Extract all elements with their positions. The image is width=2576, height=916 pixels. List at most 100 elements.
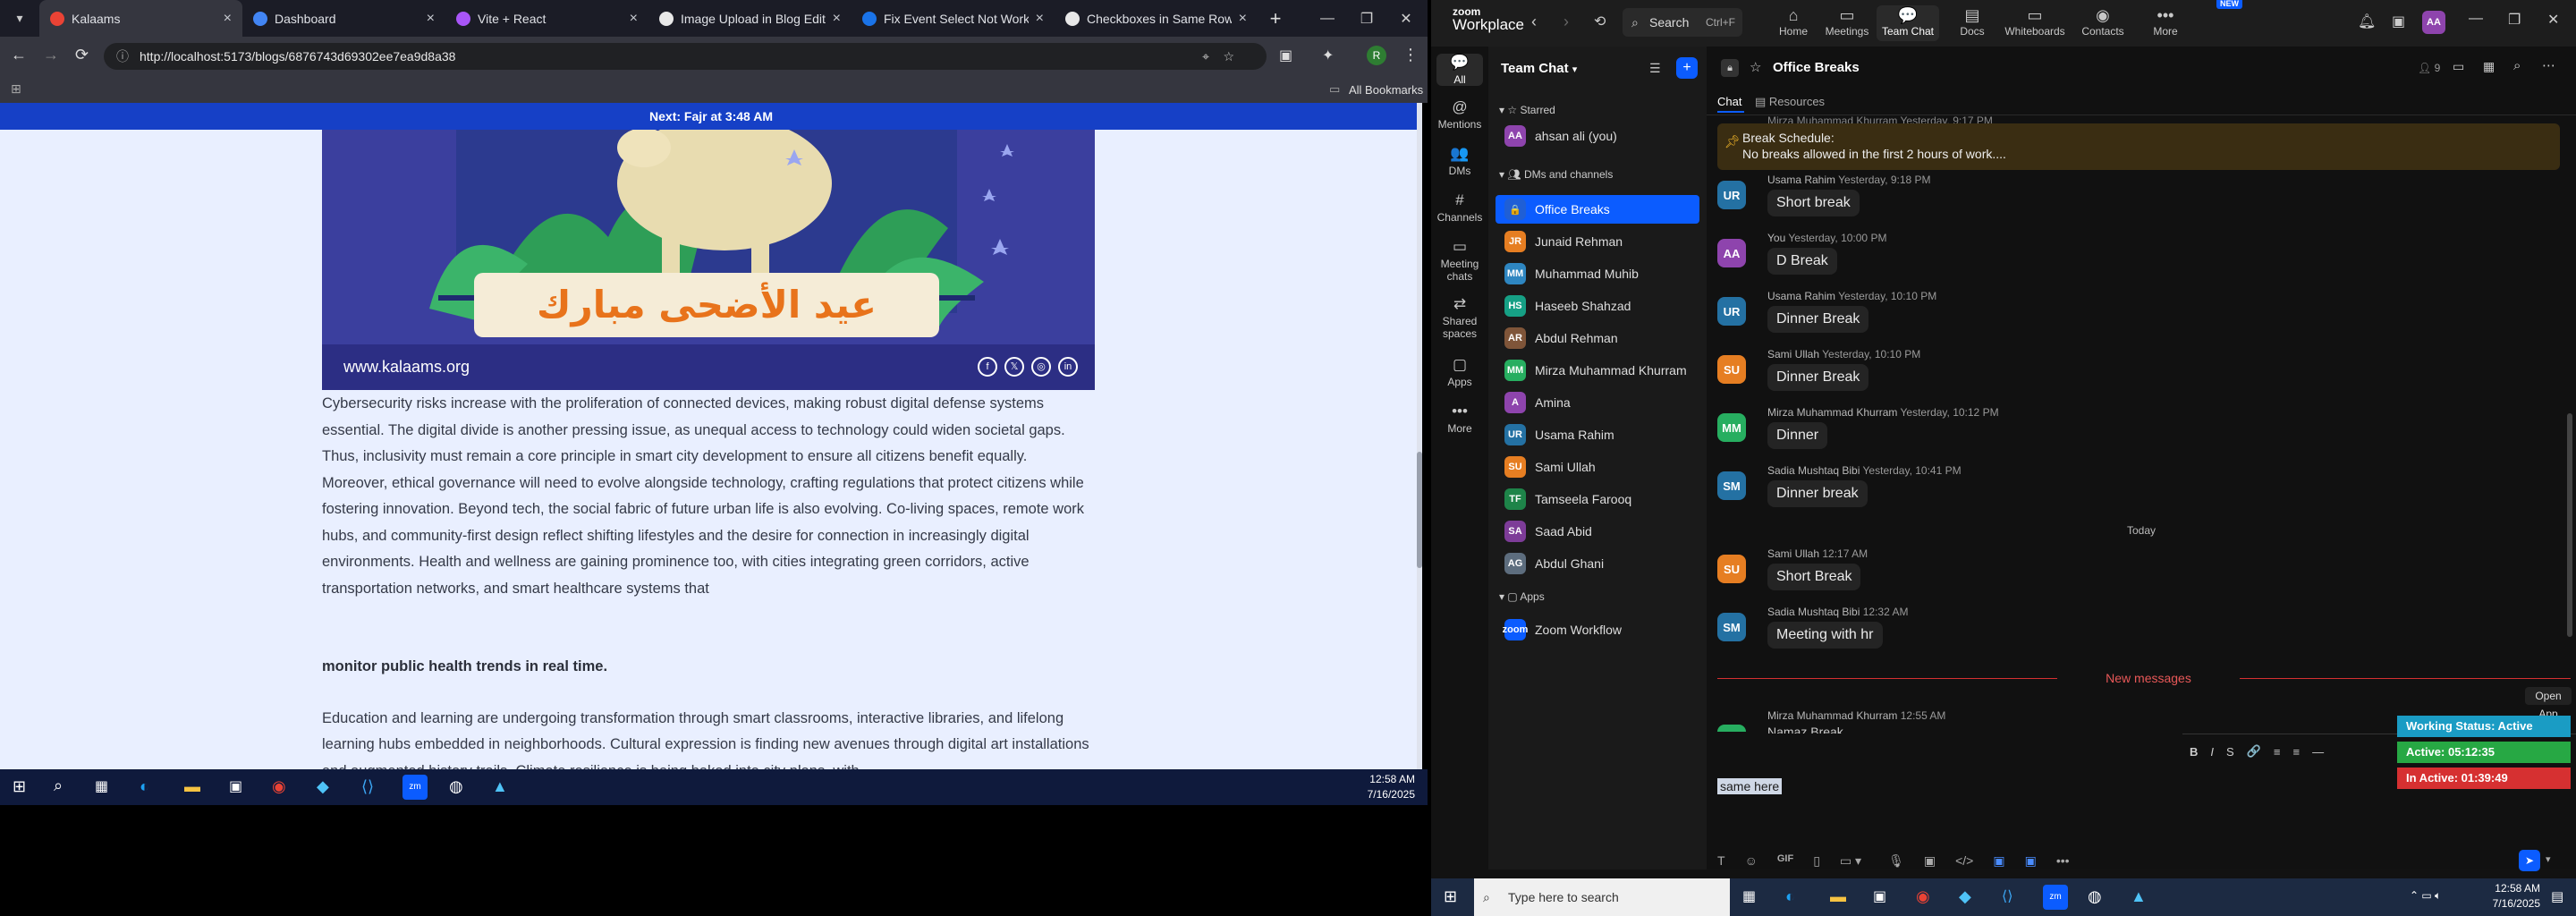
linkedin-icon[interactable]: in [1058, 357, 1078, 377]
filter-icon[interactable]: ☰ [1649, 61, 1661, 76]
chat-message[interactable]: SM Sadia Mushtaq Bibi 12:32 AM Meeting wit… [1717, 606, 2522, 656]
app3-icon[interactable]: ▲ [2131, 887, 2147, 906]
chat-message[interactable]: MM Mirza Muhammad Khurram Yesterday, 10:1… [1717, 406, 2522, 456]
new-chat-button[interactable]: + [1676, 57, 1698, 79]
browser-tab[interactable]: Fix Event Select Not Working × [852, 0, 1055, 37]
text-format-icon[interactable]: T [1717, 853, 1725, 869]
star-icon[interactable]: ☆ [1750, 59, 1761, 75]
bold-icon[interactable]: B [2190, 745, 2198, 759]
sidebar-item[interactable]: AR Abdul Rehman [1496, 324, 1699, 352]
extensions-puzzle-icon[interactable]: ✦ [1322, 47, 1334, 64]
chat-message[interactable]: SU Sami Ullah 12:17 AM Short Break [1717, 547, 2522, 598]
sidebar-item[interactable]: MM Muhammad Muhib [1496, 259, 1699, 288]
close-icon[interactable]: ✕ [2547, 11, 2559, 29]
rail-meeting-chats[interactable]: ▭ Meeting chats [1431, 238, 1488, 283]
restore-icon[interactable]: ❐ [2508, 11, 2521, 29]
app2-icon[interactable]: ◍ [449, 777, 463, 796]
store-icon[interactable]: ▣ [229, 777, 242, 795]
tab-chat[interactable]: Chat [1717, 95, 1741, 108]
rail-more[interactable]: ••• More [1431, 403, 1488, 435]
chat-scrollbar[interactable] [2567, 413, 2572, 637]
nav-docs[interactable]: ▤ Docs [1941, 5, 2004, 41]
forward-icon[interactable]: → [43, 46, 59, 64]
compose-input[interactable]: same here [1717, 778, 1783, 794]
browser-tab[interactable]: Vite + React × [445, 0, 648, 37]
sidebar-item[interactable]: TF Tamseela Farooq [1496, 485, 1699, 513]
taskbar-search-box[interactable]: ⌕ Type here to search [1474, 878, 1730, 916]
back-icon[interactable]: ‹ [1531, 13, 1537, 31]
apps-grid-icon[interactable]: ⊞ [11, 81, 21, 97]
chrome-icon[interactable]: ◉ [1916, 887, 1930, 906]
all-bookmarks[interactable]: All Bookmarks [1349, 83, 1423, 97]
chat-message[interactable]: SM Sadia Mushtaq Bibi Yesterday, 10:41 PM… [1717, 464, 2522, 514]
link-icon[interactable]: 🔗 [2247, 744, 2261, 759]
bookmark-star-icon[interactable]: ☆ [1223, 43, 1234, 70]
windows-start-icon[interactable]: ⊞ [13, 777, 26, 796]
sidebar-item[interactable]: SA Saad Abid [1496, 517, 1699, 546]
location-icon[interactable]: ⌖ [1202, 43, 1209, 70]
sidebar-item[interactable]: MM Mirza Muhammad Khurram [1496, 356, 1699, 385]
rail-apps[interactable]: ▢ Apps [1431, 356, 1488, 388]
chat-message[interactable]: UR Usama Rahim Yesterday, 10:10 PM Dinner … [1717, 290, 2522, 340]
nav-more[interactable]: ••• More [2134, 5, 2197, 41]
file-icon[interactable]: ▯ [1813, 853, 1820, 869]
menu-icon[interactable]: ⋮ [1402, 46, 1419, 64]
app-icon[interactable]: ◆ [317, 777, 329, 796]
sidebar-item[interactable]: SU Sami Ullah [1496, 453, 1699, 481]
browser-tab[interactable]: Image Upload in Blog Editor × [648, 0, 852, 37]
rail-mentions[interactable]: @ Mentions [1431, 98, 1488, 131]
chrome-icon[interactable]: ◉ [272, 777, 286, 796]
rail-all[interactable]: 💬 All [1436, 54, 1483, 86]
sidebar-item[interactable]: AA ahsan ali (you) [1496, 122, 1699, 150]
emoji-icon[interactable]: ☺ [1745, 853, 1758, 869]
dms-section[interactable]: ▾ 👥︎ DMs and channels [1499, 168, 1613, 181]
sidebar-item[interactable]: 🔒 Office Breaks [1496, 195, 1699, 224]
tab-close-icon[interactable]: × [833, 11, 841, 27]
nav-whiteboards[interactable]: ▭ Whiteboards [2004, 5, 2066, 41]
browser-tab[interactable]: Kalaams × [39, 0, 242, 37]
tab-close-icon[interactable]: × [224, 11, 232, 27]
reload-icon[interactable]: ⟳ [75, 46, 89, 64]
whiteboard-share-icon[interactable]: ▣ [2392, 13, 2405, 30]
rail-shared-spaces[interactable]: ⇄ Shared spaces [1431, 295, 1488, 340]
edge-icon[interactable]: ◐ [1785, 887, 1795, 906]
numbered-list-icon[interactable]: ≡ [2292, 745, 2300, 759]
app3-icon[interactable]: ▲ [492, 777, 508, 796]
close-window-icon[interactable]: ✕ [1381, 0, 1428, 37]
more-options-icon[interactable]: ⋯ [2542, 57, 2555, 73]
profile-avatar[interactable]: R [1367, 46, 1386, 65]
send-options-icon[interactable]: ▾ [2546, 853, 2551, 865]
sidebar-item[interactable]: JR Junaid Rehman [1496, 227, 1699, 256]
rail-dms[interactable]: 👥 DMs [1431, 145, 1488, 177]
extension-icon[interactable]: ▣ [1279, 47, 1292, 64]
chat-message[interactable]: SU Sami Ullah Yesterday, 10:10 PM Dinner B… [1717, 348, 2522, 398]
send-button[interactable]: ➤ [2519, 850, 2540, 871]
tray-icons[interactable]: ⌃ ▭ 🔈︎ [2410, 889, 2441, 903]
rail-channels[interactable]: # Channels [1431, 191, 1488, 224]
vscode-icon[interactable]: ⟨⟩ [2002, 887, 2012, 905]
video-clip-icon[interactable]: ▣ [1924, 853, 1936, 869]
code-icon[interactable]: </> [1955, 853, 1973, 869]
facebook-icon[interactable]: f [978, 357, 997, 377]
browser-tab[interactable]: Checkboxes in Same Row × [1055, 0, 1258, 37]
edge-icon[interactable]: ◐ [140, 777, 149, 796]
open-app-button[interactable]: Open App [2525, 687, 2572, 720]
search-icon[interactable]: ⌕ [2513, 58, 2521, 73]
search-icon[interactable]: ⌕ [54, 776, 63, 795]
tab-search-icon[interactable]: ▾ [0, 0, 39, 37]
site-info-icon[interactable]: ⓘ [116, 43, 129, 70]
search-box[interactable]: ⌕ Search Ctrl+F [1623, 8, 1742, 37]
back-icon[interactable]: ← [11, 46, 27, 64]
tab-close-icon[interactable]: × [427, 11, 435, 27]
file-explorer-icon[interactable]: ▬ [1830, 887, 1846, 906]
tab-resources[interactable]: ▤ Resources [1755, 95, 1825, 109]
mic-icon[interactable]: 🎙︎ [1888, 853, 1904, 869]
chat-message[interactable]: AA You Yesterday, 10:00 PM D Break [1717, 232, 2522, 282]
pinned-message[interactable]: 📌︎ Break Schedule: No breaks allowed in … [1717, 123, 2560, 170]
tab-close-icon[interactable]: × [1036, 11, 1044, 27]
windows-start-icon[interactable]: ⊞ [1444, 887, 1457, 906]
sidebar-title[interactable]: Team Chat ▾ [1501, 61, 1577, 76]
bulleted-list-icon[interactable]: ≡ [2274, 745, 2281, 759]
task-view-icon[interactable]: ▦ [1742, 887, 1756, 905]
file-explorer-icon[interactable]: ▬ [184, 777, 200, 796]
